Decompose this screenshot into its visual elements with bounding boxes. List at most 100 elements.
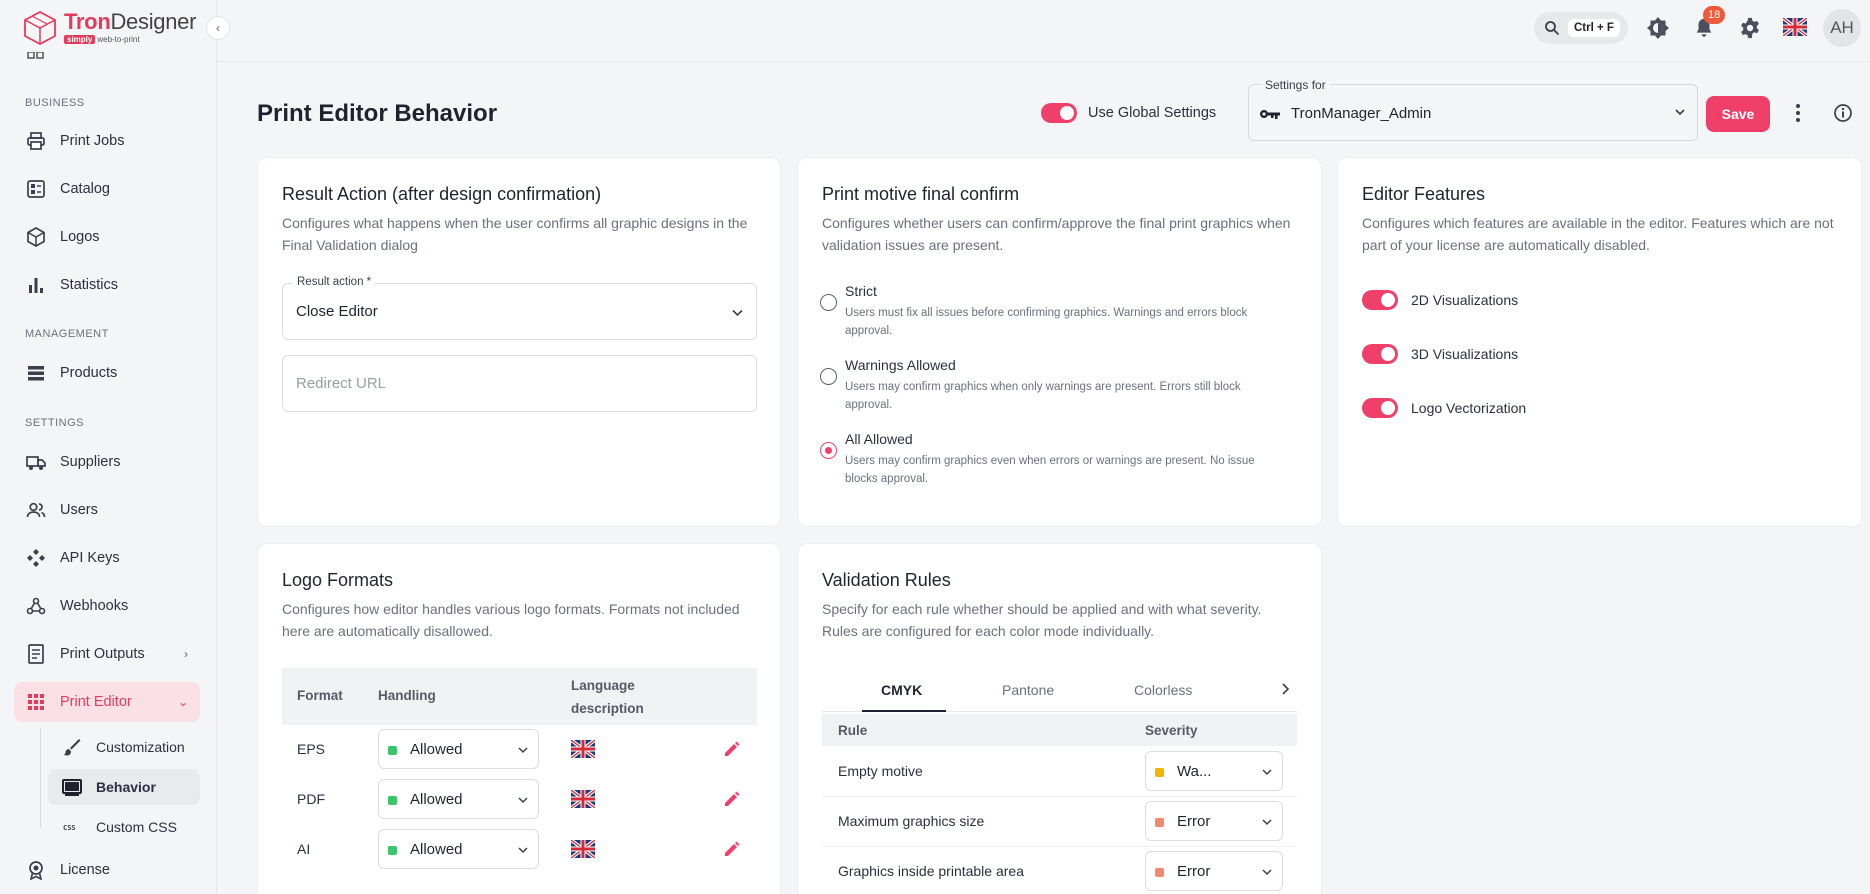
uk-flag-icon xyxy=(571,790,595,808)
final-confirm-title: Print motive final confirm xyxy=(822,184,1020,204)
sidebar-item-suppliers[interactable]: Suppliers xyxy=(14,442,200,482)
settings-for-select[interactable]: Settings for TronManager_Admin xyxy=(1248,78,1698,141)
use-global-settings-toggle[interactable] xyxy=(1041,103,1077,123)
section-business: BUSINESS xyxy=(25,97,85,109)
table-row: PDF Allowed xyxy=(282,775,757,825)
grid-apps-icon xyxy=(28,694,44,710)
chevron-down-icon xyxy=(1262,819,1272,826)
sidebar-item-users[interactable]: Users xyxy=(14,490,200,530)
handling-value: Allowed xyxy=(410,791,463,808)
handling-select[interactable]: Allowed xyxy=(378,829,539,869)
info-icon[interactable] xyxy=(1833,103,1853,123)
handling-value: Allowed xyxy=(410,841,463,858)
rule-name: Graphics inside printable area xyxy=(838,863,1024,879)
header-format: Format xyxy=(297,688,343,703)
chevron-right-icon[interactable] xyxy=(1278,682,1292,696)
settings-button[interactable] xyxy=(1738,16,1762,40)
tab-colorless[interactable]: Colorless xyxy=(1134,682,1192,698)
severity-select[interactable]: Error xyxy=(1145,801,1283,841)
use-global-settings-label: Use Global Settings xyxy=(1088,105,1217,121)
section-settings: SETTINGS xyxy=(25,417,85,429)
sidebar-item-behavior[interactable]: Behavior xyxy=(48,769,200,805)
result-action-card: Result Action (after design confirmation… xyxy=(257,157,781,527)
pencil-icon[interactable] xyxy=(723,740,741,758)
theme-toggle-button[interactable] xyxy=(1646,16,1670,40)
gear-icon xyxy=(1741,17,1759,39)
sidebar-item-catalog[interactable]: Catalog xyxy=(14,169,200,209)
header-language: Language xyxy=(571,678,635,693)
rule-name: Maximum graphics size xyxy=(838,813,985,829)
handling-select[interactable]: Allowed xyxy=(378,729,539,769)
sidebar-item-print-jobs[interactable]: Print Jobs xyxy=(14,121,200,161)
chevron-down-icon xyxy=(732,309,743,317)
sidebar-item-products[interactable]: Products xyxy=(14,353,200,393)
feature-2d-visualizations[interactable]: 2D Visualizations xyxy=(1362,290,1518,310)
uk-flag-icon[interactable] xyxy=(1783,18,1807,36)
header-rule: Rule xyxy=(838,723,868,738)
sidebar-label-statistics: Statistics xyxy=(60,277,119,293)
collapse-sidebar-button[interactable]: ‹ xyxy=(206,16,230,40)
sidebar-item-statistics[interactable]: Statistics xyxy=(14,265,200,305)
sidebar-item-customization[interactable]: Customization xyxy=(48,729,200,765)
search-shortcut: Ctrl + F xyxy=(1568,19,1620,37)
severity-value: Error xyxy=(1177,863,1211,880)
sidebar-item-custom-css[interactable]: CSS Custom CSS xyxy=(48,809,200,845)
logo-formats-header: Format Handling Language description xyxy=(282,668,757,725)
sidebar-label-behavior: Behavior xyxy=(96,779,156,795)
uk-flag-icon xyxy=(571,740,595,758)
user-avatar[interactable]: AH xyxy=(1823,9,1861,47)
active-tab-indicator xyxy=(862,710,946,712)
feature-logo-vectorization[interactable]: Logo Vectorization xyxy=(1362,398,1526,418)
handling-value: Allowed xyxy=(410,741,463,758)
cube-logo-icon xyxy=(24,10,56,46)
tab-pantone[interactable]: Pantone xyxy=(1002,682,1054,698)
sidebar-label-logos: Logos xyxy=(60,229,100,245)
sidebar-label-api-keys: API Keys xyxy=(60,550,120,566)
brand-sub-text: web-to-print xyxy=(97,35,140,44)
final-confirm-description: Configures whether users can confirm/app… xyxy=(822,215,1291,253)
sidebar-item-logos[interactable]: Logos xyxy=(14,217,200,257)
search-button[interactable]: Ctrl + F xyxy=(1534,12,1628,44)
license-badge-icon xyxy=(29,861,43,880)
radio-all-allowed[interactable] xyxy=(820,442,837,459)
uk-flag-icon xyxy=(571,840,595,858)
status-dot xyxy=(388,846,397,855)
chevron-down-icon xyxy=(518,747,528,754)
feature-3d-visualizations[interactable]: 3D Visualizations xyxy=(1362,344,1518,364)
pencil-icon[interactable] xyxy=(723,790,741,808)
sidebar-label-print-outputs: Print Outputs xyxy=(60,646,145,662)
validation-rules-title: Validation Rules xyxy=(822,570,951,590)
toggle-2d-visualizations[interactable] xyxy=(1362,290,1398,310)
status-dot xyxy=(388,796,397,805)
sidebar-item-print-outputs[interactable]: Print Outputs › xyxy=(14,634,200,674)
result-action-select[interactable]: Result action * Close Editor xyxy=(282,276,757,340)
severity-select[interactable]: Error xyxy=(1145,851,1283,891)
radio-strict[interactable] xyxy=(820,294,837,311)
severity-select[interactable]: Wa... xyxy=(1145,751,1283,791)
severity-dot xyxy=(1155,818,1164,827)
brand-logo[interactable]: TronDesigner simply web-to-print xyxy=(22,10,196,46)
tree-line xyxy=(40,728,41,828)
severity-value: Wa... xyxy=(1177,763,1212,780)
sidebar-item-license[interactable]: License xyxy=(14,850,200,890)
header-severity: Severity xyxy=(1145,723,1198,738)
redirect-url-input[interactable]: Redirect URL xyxy=(282,355,757,412)
sidebar-item-print-editor[interactable]: Print Editor ⌄ xyxy=(14,682,200,722)
handling-select[interactable]: Allowed xyxy=(378,779,539,819)
radio-all-allowed-description: Users may confirm graphics even when err… xyxy=(845,455,1255,485)
sidebar-item-api-keys[interactable]: API Keys xyxy=(14,538,200,578)
catalog-icon xyxy=(27,180,45,198)
truck-icon xyxy=(26,456,46,470)
radio-warnings-allowed[interactable] xyxy=(820,368,837,385)
api-icon xyxy=(27,549,45,567)
sidebar-item-webhooks[interactable]: Webhooks xyxy=(14,586,200,626)
toggle-3d-visualizations[interactable] xyxy=(1362,344,1398,364)
toggle-logo-vectorization[interactable] xyxy=(1362,398,1398,418)
sidebar-label-custom-css: Custom CSS xyxy=(96,819,177,835)
tab-cmyk[interactable]: CMYK xyxy=(881,682,922,698)
users-icon xyxy=(26,502,46,518)
rule-name: Empty motive xyxy=(838,763,923,779)
more-vertical-icon[interactable] xyxy=(1790,102,1806,124)
pencil-icon[interactable] xyxy=(723,840,741,858)
save-button[interactable]: Save xyxy=(1706,96,1770,132)
